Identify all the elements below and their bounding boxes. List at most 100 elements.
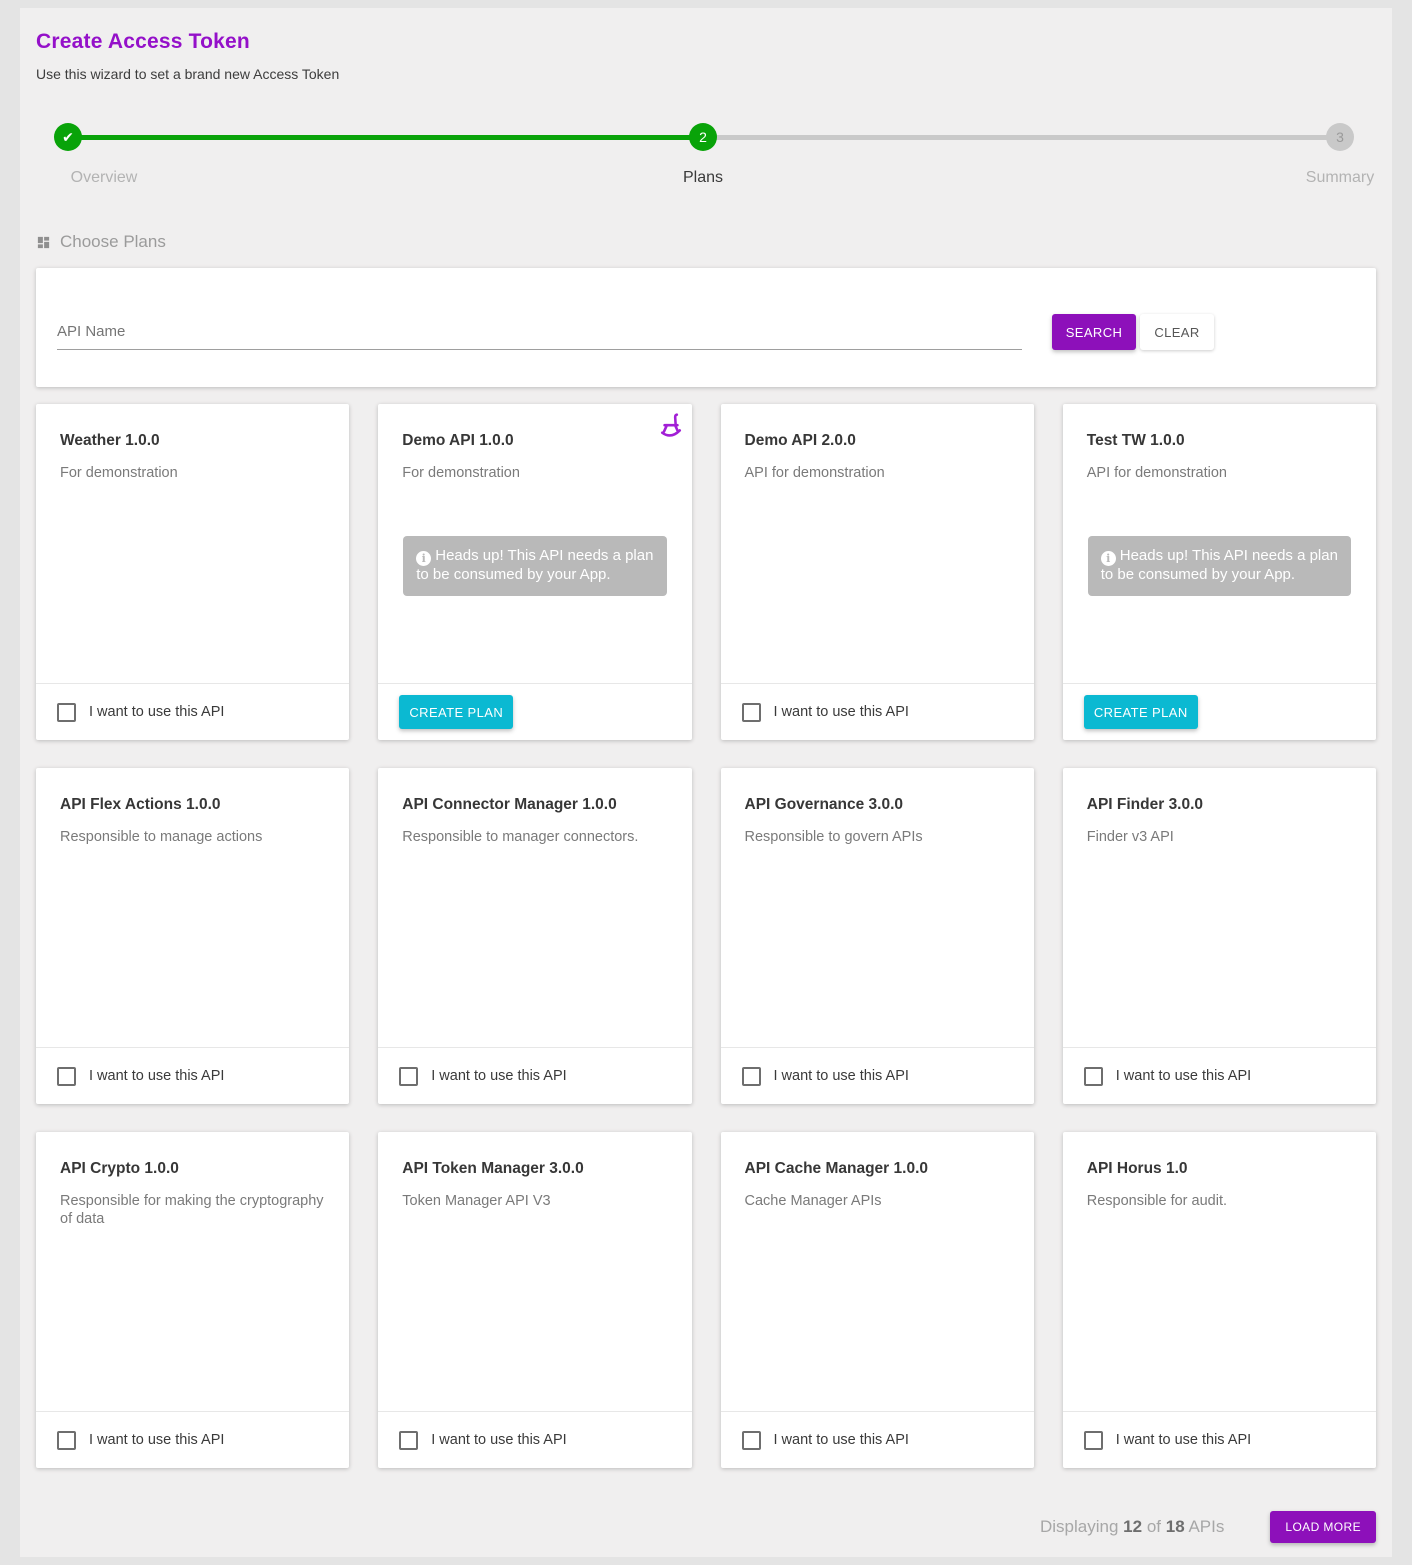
api-card-description: Responsible for audit. [1087,1192,1352,1210]
step-number: 2 [699,129,707,145]
api-card-description: Finder v3 API [1087,828,1352,846]
use-api-checkbox[interactable] [57,703,76,722]
search-button[interactable]: SEARCH [1052,314,1136,350]
api-card-body: API Token Manager 3.0.0 Token Manager AP… [378,1132,691,1411]
plan-needed-notice-text: Heads up! This API needs a plan to be co… [1101,547,1338,583]
api-card: API Connector Manager 1.0.0 Responsible … [378,768,691,1104]
api-card-title: Demo API 2.0.0 [745,432,1010,450]
api-card-description: For demonstration [60,464,325,482]
step-overview-dot[interactable]: ✔ [54,123,82,151]
use-api-checkbox-row[interactable]: I want to use this API [742,703,909,722]
plan-needed-notice: Heads up! This API needs a plan to be co… [403,536,666,596]
use-api-checkbox[interactable] [1084,1431,1103,1450]
api-card-body: Test TW 1.0.0 API for demonstration Head… [1063,404,1376,683]
use-api-checkbox[interactable] [742,1431,761,1450]
total-count: 18 [1166,1517,1185,1536]
create-plan-button[interactable]: CREATE PLAN [1084,695,1198,729]
use-api-checkbox[interactable] [742,703,761,722]
api-card-body: API Crypto 1.0.0 Responsible for making … [36,1132,349,1411]
use-api-checkbox[interactable] [57,1067,76,1086]
api-card-footer: I want to use this API [378,1411,691,1468]
step-plans-dot[interactable]: 2 [689,123,717,151]
use-api-checkbox-label: I want to use this API [1116,1068,1251,1084]
api-search-card: SEARCH CLEAR [36,268,1376,387]
api-card-footer: I want to use this API [721,1411,1034,1468]
use-api-checkbox-row[interactable]: I want to use this API [742,1067,909,1086]
api-card: API Flex Actions 1.0.0 Responsible to ma… [36,768,349,1104]
wizard-panel: Create Access Token Use this wizard to s… [20,8,1392,1557]
api-card-body: Demo API 1.0.0 For demonstration Heads u… [378,404,691,683]
use-api-checkbox[interactable] [742,1067,761,1086]
api-card-footer: I want to use this API [1063,1411,1376,1468]
api-card-description: Responsible to govern APIs [745,828,1010,846]
api-card-footer: CREATE PLAN [378,683,691,740]
api-card-body: API Flex Actions 1.0.0 Responsible to ma… [36,768,349,1047]
use-api-checkbox[interactable] [399,1067,418,1086]
api-card-description: Responsible to manager connectors. [402,828,667,846]
api-card: Demo API 2.0.0 API for demonstration I w… [721,404,1034,740]
api-card-footer: I want to use this API [36,1411,349,1468]
api-card: Weather 1.0.0 For demonstration I want t… [36,404,349,740]
api-name-input[interactable] [57,314,1022,350]
displaying-suffix: APIs [1188,1517,1224,1536]
api-card-title: API Flex Actions 1.0.0 [60,796,325,814]
use-api-checkbox-row[interactable]: I want to use this API [1084,1067,1251,1086]
use-api-checkbox-label: I want to use this API [774,1068,909,1084]
api-card-body: Demo API 2.0.0 API for demonstration [721,404,1034,683]
use-api-checkbox-row[interactable]: I want to use this API [57,703,224,722]
use-api-checkbox-row[interactable]: I want to use this API [57,1067,224,1086]
api-card-title: Demo API 1.0.0 [402,432,667,450]
create-plan-button[interactable]: CREATE PLAN [399,695,513,729]
api-card-body: API Governance 3.0.0 Responsible to gove… [721,768,1034,1047]
results-footer: Displaying 12 of 18 APIs LOAD MORE [36,1506,1376,1548]
step-summary-dot[interactable]: 3 [1326,123,1354,151]
check-icon: ✔ [62,129,74,146]
use-api-checkbox[interactable] [399,1431,418,1450]
use-api-checkbox-row[interactable]: I want to use this API [399,1431,566,1450]
api-card-description: Token Manager API V3 [402,1192,667,1210]
clear-button[interactable]: CLEAR [1140,314,1214,350]
choose-plans-title: Choose Plans [60,232,166,252]
api-card: API Finder 3.0.0 Finder v3 API I want to… [1063,768,1376,1104]
info-icon [1101,551,1116,566]
use-api-checkbox-label: I want to use this API [431,1068,566,1084]
use-api-checkbox-row[interactable]: I want to use this API [399,1067,566,1086]
api-card-title: API Crypto 1.0.0 [60,1160,325,1178]
use-api-checkbox-label: I want to use this API [431,1432,566,1448]
use-api-checkbox[interactable] [1084,1067,1103,1086]
use-api-checkbox-label: I want to use this API [1116,1432,1251,1448]
api-card-footer: I want to use this API [721,1047,1034,1104]
step-label-overview: Overview [71,169,138,187]
api-card-description: API for demonstration [745,464,1010,482]
api-card-footer: I want to use this API [1063,1047,1376,1104]
api-card: API Cache Manager 1.0.0 Cache Manager AP… [721,1132,1034,1468]
step-label-summary: Summary [1306,169,1374,187]
dashboard-icon [36,235,51,250]
api-card-title: API Cache Manager 1.0.0 [745,1160,1010,1178]
load-more-button[interactable]: LOAD MORE [1270,1511,1376,1543]
step-number: 3 [1336,129,1344,145]
api-card-title: Test TW 1.0.0 [1087,432,1352,450]
shown-count: 12 [1123,1517,1142,1536]
choose-plans-header: Choose Plans [36,232,166,252]
api-card: Demo API 1.0.0 For demonstration Heads u… [378,404,691,740]
api-card-body: API Cache Manager 1.0.0 Cache Manager AP… [721,1132,1034,1411]
step-label-plans: Plans [683,169,723,187]
api-card-body: API Finder 3.0.0 Finder v3 API [1063,768,1376,1047]
use-api-checkbox-row[interactable]: I want to use this API [1084,1431,1251,1450]
use-api-checkbox-row[interactable]: I want to use this API [742,1431,909,1450]
api-card-description: Cache Manager APIs [745,1192,1010,1210]
displaying-of: of [1147,1517,1161,1536]
plan-needed-notice: Heads up! This API needs a plan to be co… [1088,536,1351,596]
wizard-stepper: ✔ 2 3 Overview Plans Summary [36,123,1376,195]
use-api-checkbox[interactable] [57,1431,76,1450]
info-icon [416,551,431,566]
page-subtitle: Use this wizard to set a brand new Acces… [36,66,339,82]
api-card-footer: I want to use this API [36,1047,349,1104]
api-card-description: API for demonstration [1087,464,1352,482]
api-card-title: API Governance 3.0.0 [745,796,1010,814]
use-api-checkbox-row[interactable]: I want to use this API [57,1431,224,1450]
api-card-description: For demonstration [402,464,667,482]
api-card-grid: Weather 1.0.0 For demonstration I want t… [36,404,1376,1468]
api-card-title: Weather 1.0.0 [60,432,325,450]
